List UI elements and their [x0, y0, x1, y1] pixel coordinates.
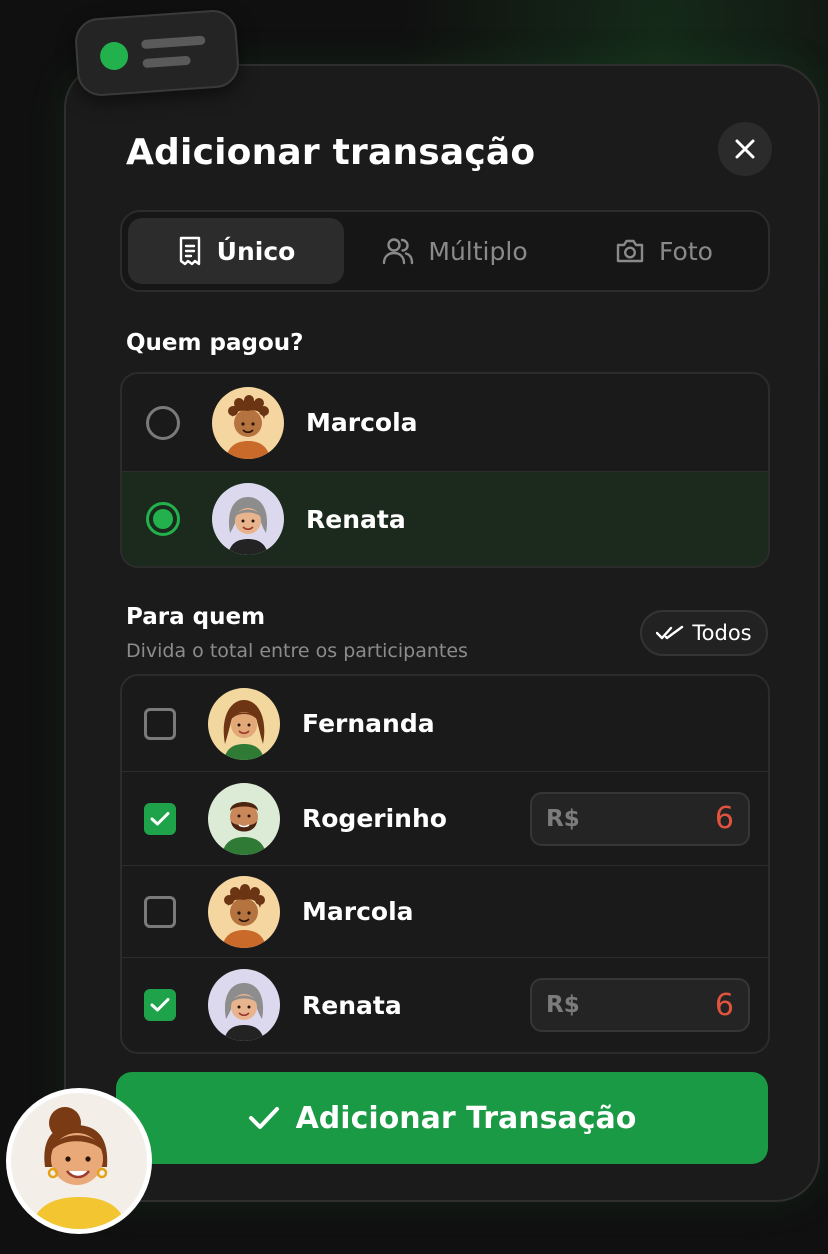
transaction-type-tabs: Único Múltiplo Foto — [120, 210, 770, 292]
double-check-icon — [656, 625, 684, 640]
participant-row-rogerinho[interactable]: Rogerinho R$ 6 — [122, 772, 768, 866]
participants-list: Fernanda Rogerinho R$ 6 Marcola Renata R… — [120, 674, 770, 1054]
current-user-avatar[interactable] — [6, 1088, 152, 1234]
menu-lines-icon — [141, 35, 207, 69]
payer-heading: Quem pagou? — [126, 330, 304, 356]
payer-name: Renata — [306, 504, 406, 534]
check-icon — [150, 998, 170, 1012]
add-transaction-modal: Adicionar transação Único Múltiplo Foto … — [64, 64, 820, 1202]
payer-option-marcola[interactable]: Marcola — [122, 374, 768, 472]
tab-multiplo[interactable]: Múltiplo — [344, 218, 566, 284]
avatar — [212, 386, 284, 459]
amount-input[interactable]: R$ 6 — [530, 978, 750, 1032]
add-transaction-label: Adicionar Transação — [295, 1100, 637, 1136]
users-icon — [383, 238, 414, 265]
check-icon — [150, 811, 170, 825]
amount-value: 6 — [714, 801, 734, 836]
menu-toggle[interactable] — [73, 8, 241, 98]
participant-checkbox[interactable] — [144, 895, 176, 928]
payer-option-renata[interactable]: Renata — [122, 472, 768, 566]
avatar — [208, 782, 280, 855]
currency-label: R$ — [546, 992, 580, 1018]
camera-icon — [616, 239, 644, 263]
split-subheading: Divida o total entre os participantes — [126, 640, 468, 662]
participant-name: Renata — [302, 990, 402, 1020]
participant-checkbox[interactable] — [144, 989, 176, 1021]
amount-input[interactable]: R$ 6 — [530, 791, 750, 846]
receipt-icon — [179, 236, 200, 266]
select-all-button[interactable]: Todos — [640, 610, 768, 656]
close-button[interactable] — [718, 122, 772, 176]
participant-checkbox[interactable] — [144, 707, 176, 740]
participant-name: Fernanda — [302, 709, 435, 738]
currency-label: R$ — [546, 805, 580, 832]
select-all-label: Todos — [692, 621, 752, 645]
tab-multiplo-label: Múltiplo — [428, 236, 528, 266]
payer-radio[interactable] — [146, 502, 180, 536]
participant-name: Marcola — [302, 897, 414, 926]
check-icon — [248, 1107, 279, 1129]
amount-value: 6 — [714, 987, 734, 1023]
tab-foto[interactable]: Foto — [566, 218, 762, 284]
participant-row-marcola[interactable]: Marcola — [122, 866, 768, 958]
app-stage: Adicionar transação Único Múltiplo Foto … — [0, 0, 828, 1254]
avatar — [208, 687, 280, 760]
participant-row-fernanda[interactable]: Fernanda — [122, 676, 768, 772]
participant-name: Rogerinho — [302, 804, 447, 833]
add-transaction-button[interactable]: Adicionar Transação — [116, 1072, 768, 1164]
status-dot-icon — [99, 41, 130, 71]
modal-title: Adicionar transação — [126, 132, 536, 173]
participant-row-renata[interactable]: Renata R$ 6 — [122, 958, 768, 1052]
participant-checkbox[interactable] — [144, 802, 176, 835]
tab-foto-label: Foto — [659, 236, 713, 266]
tab-unico-label: Único — [216, 236, 296, 266]
tab-unico[interactable]: Único — [128, 218, 344, 284]
avatar — [208, 969, 280, 1041]
avatar — [212, 483, 284, 555]
close-icon — [735, 139, 755, 159]
split-heading: Para quem — [126, 604, 266, 630]
payer-radio[interactable] — [146, 405, 180, 440]
payer-name: Marcola — [306, 408, 418, 437]
payer-list: Marcola Renata — [120, 372, 770, 568]
avatar — [208, 875, 280, 948]
